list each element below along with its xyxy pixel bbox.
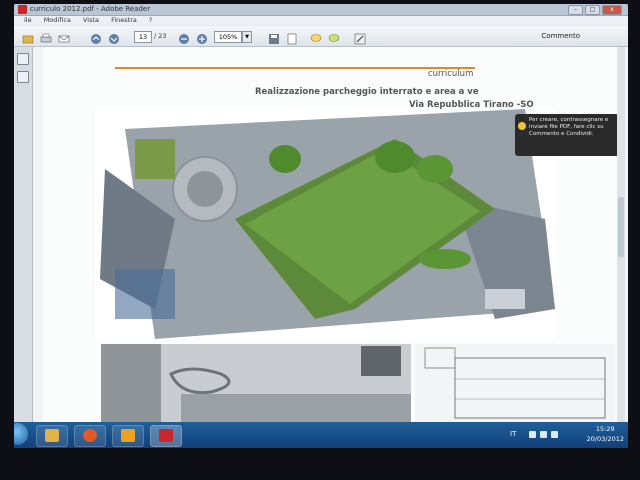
system-tray <box>529 431 558 438</box>
clock[interactable]: 15:29 20/03/2012 <box>587 424 624 444</box>
page-total: / 23 <box>154 32 167 40</box>
menu-file[interactable]: ile <box>24 16 32 24</box>
navigation-pane <box>14 47 33 422</box>
title-bar: curriculo 2012.pdf - Adobe Reader – □ x <box>14 4 628 16</box>
header-label: curriculum <box>428 69 474 79</box>
clock-date: 20/03/2012 <box>586 435 624 443</box>
zoom-input[interactable]: 105% <box>214 31 242 43</box>
save-icon[interactable] <box>268 30 280 44</box>
clock-time: 15:29 <box>595 425 615 433</box>
screen: curriculo 2012.pdf - Adobe Reader – □ x … <box>14 4 628 448</box>
email-icon[interactable] <box>58 30 70 43</box>
tooltip-collapse-icon[interactable]: ^ <box>561 112 566 119</box>
document-area: curriculum Realizzazione parcheggio inte… <box>33 47 628 422</box>
menu-finestra[interactable]: Finestra <box>111 16 137 24</box>
volume-icon[interactable] <box>551 431 558 438</box>
print-icon[interactable] <box>40 30 52 43</box>
pdf-page: curriculum Realizzazione parcheggio inte… <box>43 47 625 422</box>
zoom-in-icon[interactable] <box>196 30 208 44</box>
page-down-icon[interactable] <box>108 30 120 44</box>
maximize-button[interactable]: □ <box>585 5 600 15</box>
start-button[interactable] <box>14 423 28 445</box>
lightbulb-icon <box>518 122 526 130</box>
comment-bubble-icon[interactable] <box>310 30 322 42</box>
pdf-app-icon <box>18 5 27 14</box>
taskbar-adobe-reader[interactable] <box>150 425 182 447</box>
window-controls: – □ x <box>568 5 622 15</box>
pdf-icon <box>159 429 173 442</box>
network-icon[interactable] <box>540 431 547 438</box>
tools-icon[interactable] <box>354 30 366 45</box>
zoom-out-icon[interactable] <box>178 30 190 44</box>
menu-modifica[interactable]: Modifica <box>44 16 71 24</box>
highlight-icon[interactable] <box>328 30 340 42</box>
folder-icon <box>45 429 59 442</box>
perspective-render <box>101 344 411 422</box>
zoom-dropdown-icon[interactable]: ▼ <box>242 31 252 43</box>
scrollbar-thumb[interactable] <box>618 197 624 257</box>
close-button[interactable]: x <box>602 5 622 15</box>
site-plan-render <box>95 109 555 339</box>
taskbar-explorer[interactable] <box>36 425 68 447</box>
language-indicator[interactable]: IT <box>510 430 516 438</box>
taskbar-media-player[interactable] <box>74 425 106 447</box>
page-up-icon[interactable] <box>90 30 102 44</box>
comment-tooltip: ^ Per creare, contrassegnare e inviare f… <box>515 112 619 156</box>
menu-help[interactable]: ? <box>149 16 152 24</box>
window-title: curriculo 2012.pdf - Adobe Reader <box>30 5 151 13</box>
project-title: Realizzazione parcheggio interrato e are… <box>255 87 479 97</box>
toolbar: 13 / 23 105% ▼ Commento <box>14 26 628 47</box>
menu-bar: ile Modifica Vista Finestra ? <box>14 16 628 25</box>
taskbar-app[interactable] <box>112 425 144 447</box>
open-file-icon[interactable] <box>22 30 34 44</box>
page-thumbnails-icon[interactable] <box>17 53 29 65</box>
fit-page-icon[interactable] <box>286 30 298 45</box>
attachments-icon[interactable] <box>17 71 29 83</box>
header-rule <box>115 67 475 69</box>
menu-vista[interactable]: Vista <box>83 16 99 24</box>
vertical-scrollbar[interactable] <box>617 47 625 422</box>
page-number-input[interactable]: 13 <box>134 31 152 43</box>
play-icon <box>83 429 97 442</box>
taskbar: IT 15:29 20/03/2012 <box>14 422 628 448</box>
app-icon <box>121 429 135 442</box>
comment-panel-link[interactable]: Commento <box>541 30 580 42</box>
tooltip-text: Per creare, contrassegnare e inviare fil… <box>529 117 609 137</box>
minimize-button[interactable]: – <box>568 5 583 15</box>
show-hidden-icons-icon[interactable] <box>529 431 536 438</box>
floor-plan-drawing <box>415 344 615 422</box>
